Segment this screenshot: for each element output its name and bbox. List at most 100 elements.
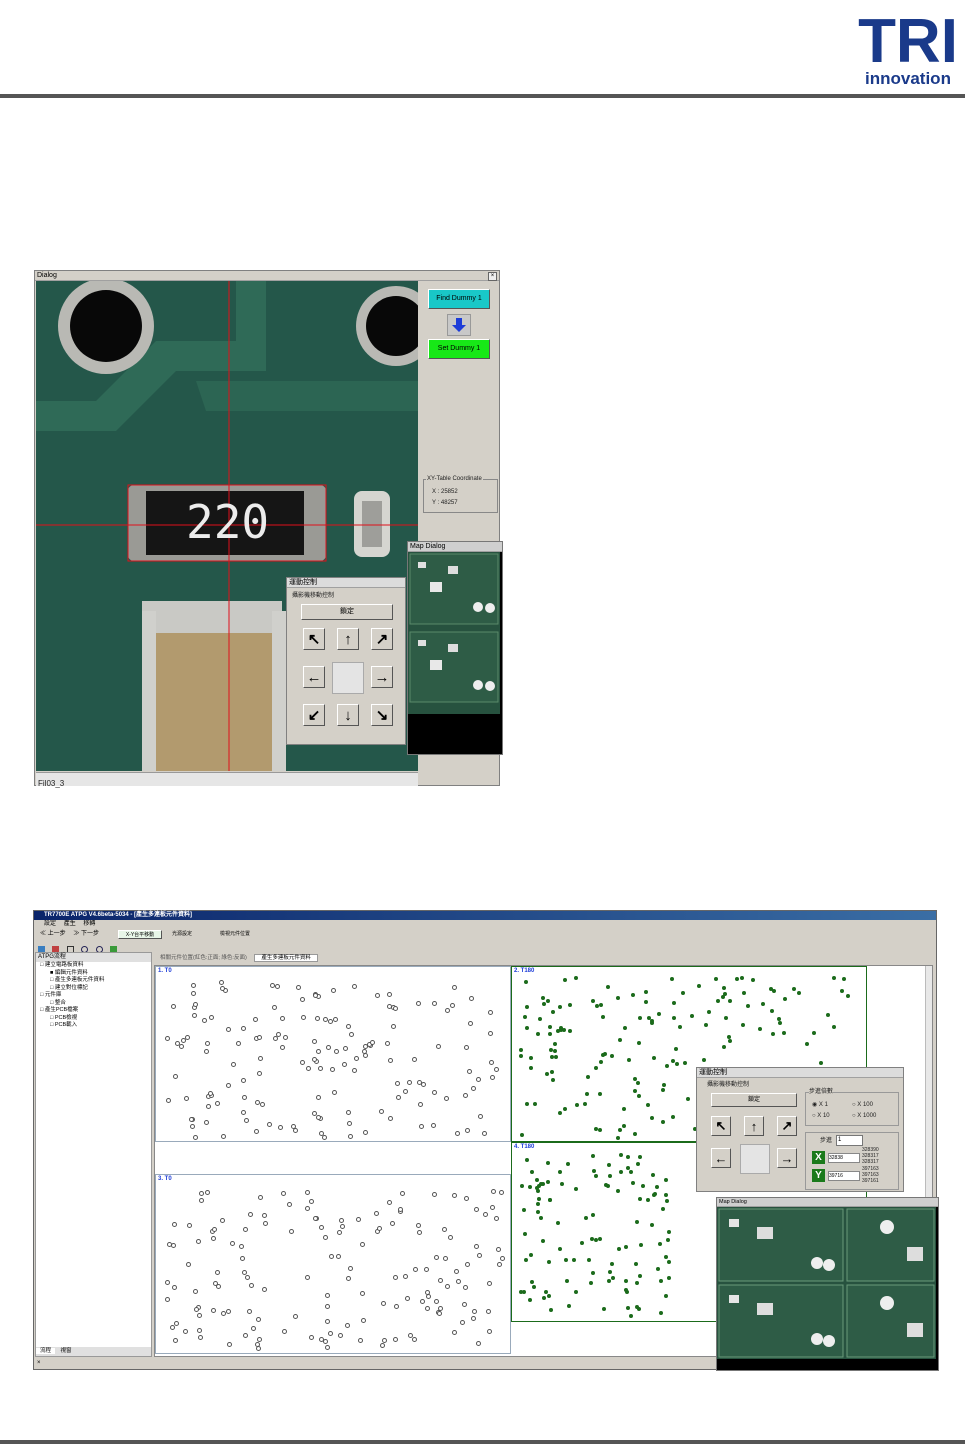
- tree-item[interactable]: ■ 編輯元件資料: [40, 970, 151, 978]
- component-dot: [325, 1344, 331, 1350]
- component-dot: [487, 1030, 493, 1036]
- tree-item[interactable]: □ 元件庫: [40, 992, 151, 1000]
- up-right-arrow-button[interactable]: ↗: [371, 628, 393, 650]
- component-dot: [745, 1004, 750, 1009]
- menu-item-settings[interactable]: 設定: [44, 921, 56, 927]
- component-dot: [246, 1308, 252, 1314]
- component-dot: [536, 1196, 541, 1201]
- component-dot: [704, 1023, 709, 1028]
- menu-item-generate[interactable]: 產生: [64, 921, 76, 927]
- lock-button-2[interactable]: 鎖定: [711, 1093, 797, 1107]
- xy-table-move-button[interactable]: X-Y台平移動: [118, 930, 162, 939]
- down-left-arrow-button[interactable]: ↙: [303, 704, 325, 726]
- component-dot: [791, 986, 796, 991]
- component-dot: [252, 1016, 258, 1022]
- up-arrow-button[interactable]: ↑: [744, 1116, 764, 1136]
- radio-x10[interactable]: ○ X 10: [812, 1112, 830, 1120]
- up-left-arrow-button[interactable]: ↖: [711, 1116, 731, 1136]
- component-dot: [209, 1014, 215, 1020]
- up-arrow-button[interactable]: ↑: [337, 628, 359, 650]
- status-close-icon[interactable]: ×: [35, 1360, 41, 1366]
- component-dot: [413, 1266, 419, 1272]
- component-dot: [643, 999, 648, 1004]
- down-arrow-button[interactable]: ↓: [337, 704, 359, 726]
- component-dot: [275, 984, 281, 990]
- close-icon[interactable]: ×: [488, 272, 497, 281]
- component-dot: [495, 1246, 501, 1252]
- find-dummy-button[interactable]: Find Dummy 1: [428, 289, 490, 309]
- component-dot: [387, 1199, 392, 1205]
- up-left-arrow-button[interactable]: ↖: [303, 628, 325, 650]
- component-dot: [478, 1114, 484, 1120]
- component-dot: [329, 1067, 335, 1073]
- set-dummy-button[interactable]: Set Dummy 1: [428, 339, 490, 359]
- menu-item-transfer[interactable]: 移轉: [83, 921, 95, 927]
- tree-item[interactable]: □ 建立電路板資料: [40, 962, 151, 970]
- next-step-button[interactable]: ≫ 下一步: [73, 931, 99, 937]
- component-dot: [623, 1278, 628, 1283]
- component-dot: [645, 1198, 650, 1203]
- radio-x1[interactable]: ◉ X 1: [812, 1101, 828, 1109]
- map-dialog-2[interactable]: Map Dialog: [716, 1197, 939, 1371]
- tab-window[interactable]: 視窗: [57, 1348, 76, 1354]
- tree-item[interactable]: □ 整合: [40, 1000, 151, 1008]
- tree-item[interactable]: □ PCB檢視: [40, 1015, 151, 1023]
- light-setting-button[interactable]: 光源設定: [172, 929, 192, 940]
- component-dot: [443, 1095, 449, 1101]
- right-arrow-button[interactable]: →: [371, 666, 393, 688]
- map-dialog[interactable]: Map Dialog: [407, 541, 503, 755]
- component-dot: [309, 1335, 315, 1341]
- radio-x1000[interactable]: ○ X 1000: [852, 1112, 876, 1120]
- component-dot: [438, 1277, 444, 1283]
- step-input[interactable]: 1: [836, 1135, 863, 1146]
- component-dot: [715, 998, 720, 1003]
- x-value-field[interactable]: 32838: [828, 1153, 860, 1163]
- down-right-arrow-button[interactable]: ↘: [371, 704, 393, 726]
- component-dot: [724, 1015, 729, 1020]
- component-dot: [670, 1114, 675, 1119]
- tab-process[interactable]: 流程: [36, 1348, 56, 1354]
- component-dot: [641, 1184, 646, 1189]
- component-dot: [549, 1307, 554, 1312]
- component-dot: [599, 1002, 604, 1007]
- component-dot: [445, 1007, 451, 1013]
- lock-button[interactable]: 鎖定: [301, 604, 393, 620]
- component-dot: [469, 996, 475, 1002]
- tree-item[interactable]: □ 產生PCB檔案: [40, 1007, 151, 1015]
- component-dot: [778, 1020, 783, 1025]
- component-dot: [638, 1197, 643, 1202]
- radio-x100[interactable]: ○ X 100: [852, 1101, 873, 1109]
- component-dot: [204, 1049, 210, 1055]
- component-dot: [682, 1061, 687, 1066]
- component-dot: [655, 1184, 660, 1189]
- tree-item[interactable]: □ PCB載入: [40, 1022, 151, 1030]
- nav-bar: ≪ 上一步 ≫ 下一步 X-Y台平移動 光源設定 檢視元件位置: [34, 929, 936, 940]
- tree-item[interactable]: □ 產生多連板元件資料: [40, 977, 151, 985]
- view-component-position-button[interactable]: 檢視元件位置: [220, 929, 250, 940]
- component-dot: [404, 1295, 410, 1301]
- component-dot: [418, 1102, 424, 1108]
- tree-item[interactable]: □ 建立對位標記: [40, 985, 151, 993]
- component-dot: [487, 1009, 493, 1015]
- logo-tri-text: TRI: [858, 7, 958, 76]
- left-arrow-button[interactable]: ←: [303, 666, 325, 688]
- component-dot: [211, 1226, 217, 1232]
- tab-multi-board[interactable]: 產生多連板元件資料: [254, 954, 318, 962]
- component-dot: [304, 1274, 310, 1280]
- component-dot: [524, 1101, 529, 1106]
- left-arrow-button[interactable]: ←: [711, 1148, 731, 1168]
- component-dot: [336, 1254, 342, 1260]
- y-value-field[interactable]: 39716: [828, 1171, 860, 1181]
- right-arrow-button[interactable]: →: [777, 1148, 797, 1168]
- component-dot: [575, 1103, 580, 1108]
- logo-innovation-text: innovation: [865, 69, 951, 88]
- component-dot: [618, 1152, 623, 1157]
- prev-step-button[interactable]: ≪ 上一步: [40, 931, 66, 937]
- motion-titlebar: 運動控制: [287, 578, 405, 588]
- component-dot: [636, 1040, 641, 1045]
- component-dot: [337, 1230, 343, 1236]
- component-dot: [770, 1032, 775, 1037]
- tab-component-position[interactable]: 相關元件位置(紅色:正面; 綠色:反面): [154, 955, 253, 961]
- component-dot: [615, 995, 620, 1000]
- up-right-arrow-button[interactable]: ↗: [777, 1116, 797, 1136]
